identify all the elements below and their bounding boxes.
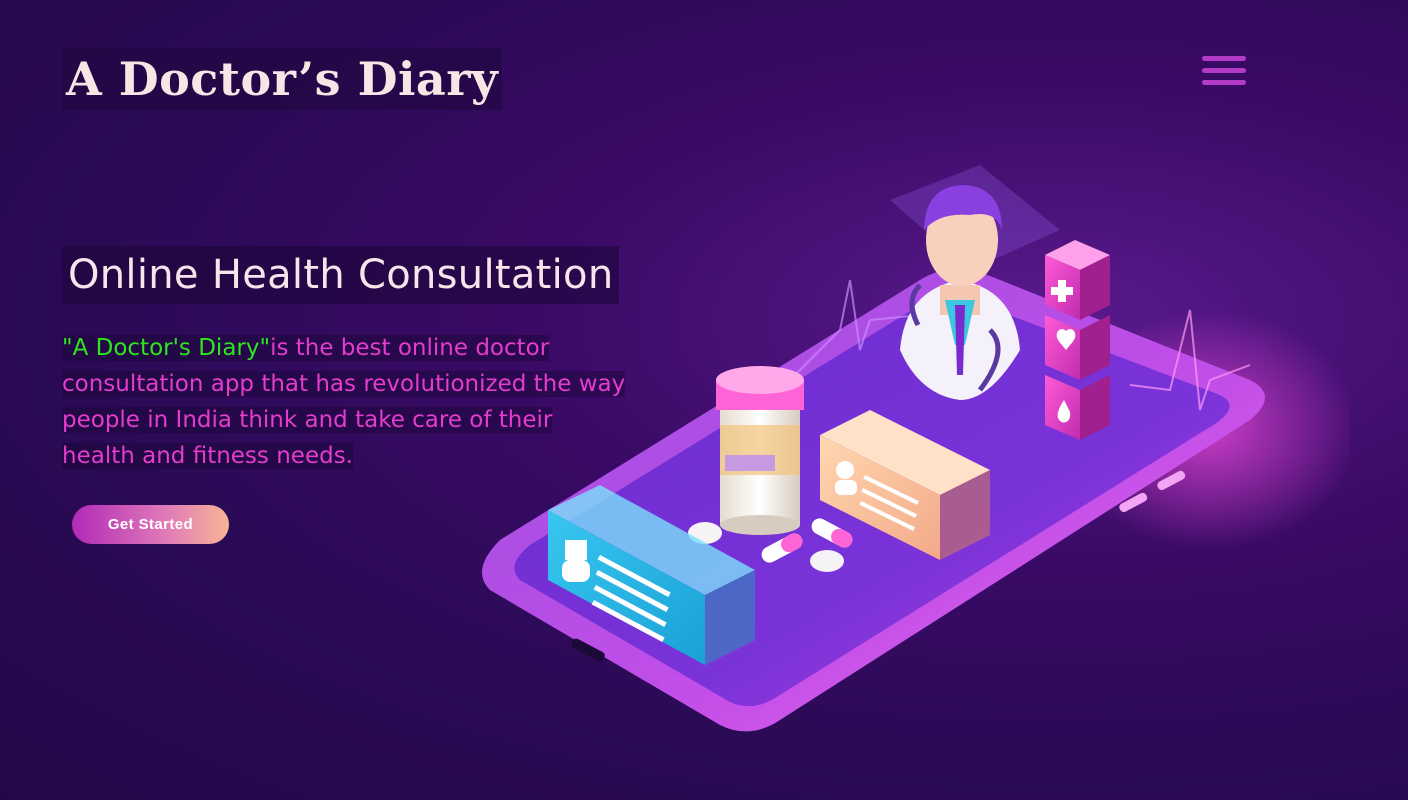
pill-bottle-icon	[716, 366, 804, 535]
pill-tablet	[810, 550, 844, 572]
site-logo[interactable]: A Doctor’s Diary	[62, 48, 503, 110]
hamburger-menu-icon[interactable]	[1200, 52, 1248, 92]
phone-illustration	[482, 165, 1350, 732]
desc-line-4: health and fitness needs.	[62, 443, 353, 469]
menu-bar	[1202, 56, 1246, 61]
brand-quote: "A Doctor's Diary"	[62, 335, 271, 361]
menu-bar	[1202, 80, 1246, 85]
menu-bar	[1202, 68, 1246, 73]
get-started-button[interactable]: Get Started	[72, 505, 229, 544]
health-icon-stack	[1045, 240, 1110, 440]
